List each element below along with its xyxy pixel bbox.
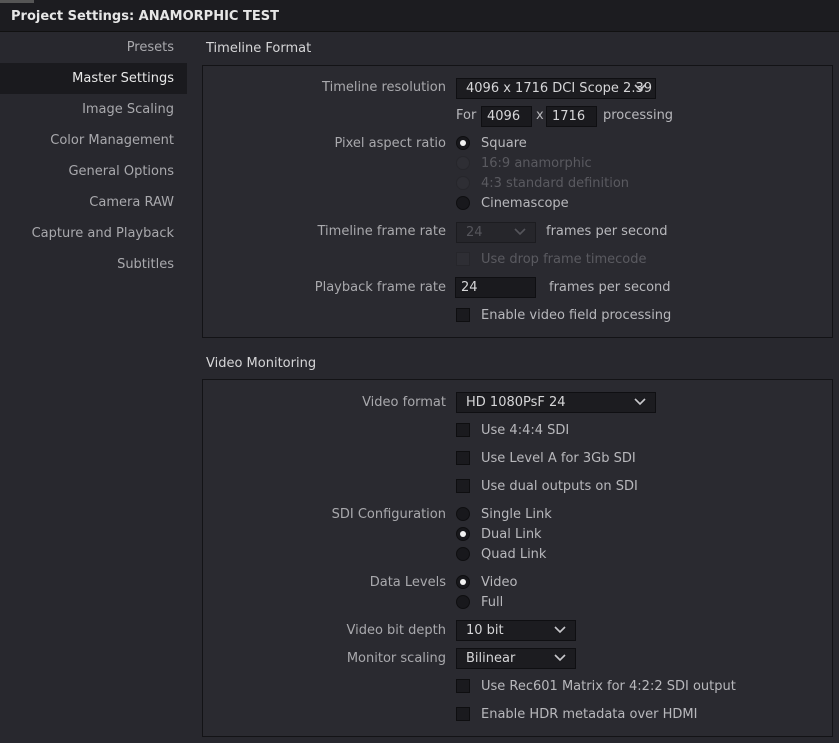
sidebar-item-color-management[interactable]: Color Management	[0, 125, 187, 156]
playback-fps-label: frames per second	[549, 280, 671, 295]
chevron-down-icon	[554, 626, 566, 634]
playback-frame-rate-input[interactable]: 24	[455, 277, 536, 298]
timeline-height-input[interactable]: 1716	[546, 106, 597, 127]
sdi-dual-link-radio[interactable]	[456, 527, 470, 541]
x-label: x	[536, 108, 544, 123]
pixel-aspect-cinemascope-label: Cinemascope	[481, 196, 569, 211]
window-grip[interactable]	[0, 0, 34, 3]
sidebar-item-capture-playback[interactable]: Capture and Playback	[0, 218, 187, 249]
video-format-label: Video format	[362, 395, 446, 410]
hdr-metadata-checkbox[interactable]	[456, 707, 470, 721]
pixel-aspect-43-radio	[456, 176, 470, 190]
playback-frame-rate-label: Playback frame rate	[314, 280, 446, 295]
pixel-aspect-169-label: 16:9 anamorphic	[481, 156, 592, 171]
chevron-down-icon	[634, 84, 646, 92]
pixel-aspect-cinemascope-radio[interactable]	[456, 196, 470, 210]
pixel-aspect-square-label: Square	[481, 136, 527, 151]
level-a-label: Use Level A for 3Gb SDI	[481, 451, 636, 466]
bit-depth-label: Video bit depth	[346, 623, 447, 638]
data-levels-full-label: Full	[481, 595, 504, 610]
sdi-quad-link-radio[interactable]	[456, 547, 470, 561]
video-format-dropdown[interactable]: HD 1080PsF 24	[456, 392, 656, 413]
dual-outputs-checkbox[interactable]	[456, 479, 470, 493]
monitor-scaling-dropdown[interactable]: Bilinear	[456, 648, 576, 669]
monitor-scaling-label: Monitor scaling	[346, 651, 446, 666]
for-label: For	[456, 108, 477, 123]
settings-sidebar: Presets Master Settings Image Scaling Co…	[0, 32, 187, 743]
timeline-frame-rate-value: 24	[466, 225, 483, 240]
rec601-label: Use Rec601 Matrix for 4:2:2 SDI output	[481, 679, 736, 694]
processing-label: processing	[603, 108, 674, 123]
data-levels-video-label: Video	[481, 575, 518, 590]
use-444-label: Use 4:4:4 SDI	[481, 423, 570, 438]
sdi-single-link-radio[interactable]	[456, 507, 470, 521]
window-title: Project Settings: ANAMORPHIC TEST	[11, 9, 279, 24]
pixel-aspect-43-label: 4:3 standard definition	[481, 176, 630, 191]
title-bar: Project Settings: ANAMORPHIC TEST	[0, 0, 839, 32]
sidebar-item-image-scaling[interactable]: Image Scaling	[0, 94, 187, 125]
timeline-resolution-label: Timeline resolution	[322, 80, 446, 95]
video-monitoring-title: Video Monitoring	[206, 356, 317, 371]
data-levels-full-radio[interactable]	[456, 595, 470, 609]
video-field-label: Enable video field processing	[481, 308, 672, 323]
chevron-down-icon	[514, 228, 526, 236]
data-levels-video-radio[interactable]	[456, 575, 470, 589]
level-a-checkbox[interactable]	[456, 451, 470, 465]
timeline-fps-label: frames per second	[546, 224, 668, 239]
timeline-resolution-value: 4096 x 1716 DCI Scope 2.39	[466, 81, 652, 96]
chevron-down-icon	[634, 398, 646, 406]
chevron-down-icon	[554, 654, 566, 662]
use-444-checkbox[interactable]	[456, 423, 470, 437]
data-levels-label: Data Levels	[369, 575, 446, 590]
sidebar-item-general-options[interactable]: General Options	[0, 156, 187, 187]
bit-depth-value: 10 bit	[466, 623, 504, 638]
monitor-scaling-value: Bilinear	[466, 651, 516, 666]
drop-frame-checkbox	[456, 252, 470, 266]
pixel-aspect-square-radio[interactable]	[456, 136, 470, 150]
drop-frame-label: Use drop frame timecode	[481, 252, 647, 267]
sidebar-item-master-settings[interactable]: Master Settings	[0, 63, 187, 94]
rec601-checkbox[interactable]	[456, 679, 470, 693]
pixel-aspect-label: Pixel aspect ratio	[334, 136, 446, 151]
sdi-quad-link-label: Quad Link	[481, 547, 547, 562]
sidebar-item-presets[interactable]: Presets	[0, 32, 187, 63]
sdi-dual-link-label: Dual Link	[481, 527, 542, 542]
video-field-checkbox[interactable]	[456, 308, 470, 322]
sidebar-item-subtitles[interactable]: Subtitles	[0, 249, 187, 280]
timeline-resolution-dropdown[interactable]: 4096 x 1716 DCI Scope 2.39	[456, 78, 656, 99]
dual-outputs-label: Use dual outputs on SDI	[481, 479, 638, 494]
hdr-metadata-label: Enable HDR metadata over HDMI	[481, 707, 698, 722]
bit-depth-dropdown[interactable]: 10 bit	[456, 620, 576, 641]
sidebar-item-camera-raw[interactable]: Camera RAW	[0, 187, 187, 218]
sdi-single-link-label: Single Link	[481, 507, 552, 522]
pixel-aspect-169-radio	[456, 156, 470, 170]
timeline-frame-rate-label: Timeline frame rate	[317, 224, 447, 239]
sdi-config-label: SDI Configuration	[331, 507, 446, 522]
timeline-frame-rate-dropdown: 24	[456, 222, 536, 243]
timeline-width-input[interactable]: 4096	[481, 106, 532, 127]
timeline-format-title: Timeline Format	[206, 41, 312, 56]
video-format-value: HD 1080PsF 24	[466, 395, 566, 410]
